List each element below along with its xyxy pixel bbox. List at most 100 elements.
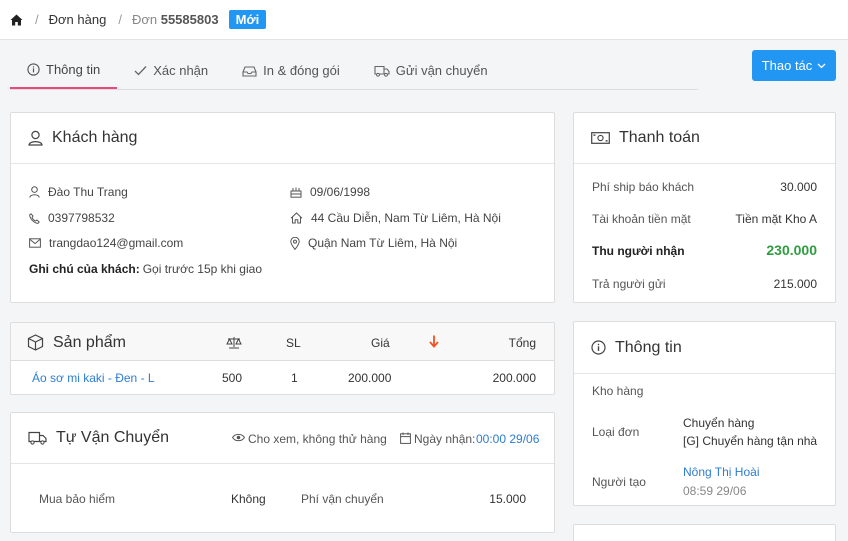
breadcrumb-current-order: Đơn 55585803 bbox=[132, 12, 219, 27]
payment-title: Thanh toán bbox=[619, 129, 700, 146]
product-qty: 1 bbox=[291, 371, 298, 385]
order-prefix: Đơn bbox=[131, 12, 158, 27]
order-type-label: Loại đơn bbox=[592, 425, 640, 439]
sort-arrow-down-icon[interactable] bbox=[429, 335, 439, 348]
shipping-card-header: Tự Vận Chuyển Cho xem, không thử hàng Ng… bbox=[11, 413, 554, 464]
products-title: Sản phẩm bbox=[53, 334, 126, 351]
product-total: 200.000 bbox=[492, 371, 536, 385]
actions-label: Thao tác bbox=[761, 58, 813, 73]
insurance-label: Mua bảo hiểm bbox=[39, 492, 116, 506]
customer-district: Quận Nam Từ Liêm, Hà Nội bbox=[308, 236, 458, 250]
home-icon[interactable] bbox=[10, 14, 23, 26]
eye-icon bbox=[232, 433, 245, 442]
tab-info[interactable]: Thông tin bbox=[10, 52, 118, 89]
column-qty: SL bbox=[286, 336, 301, 350]
creator-label: Người tạo bbox=[592, 475, 646, 489]
creator-time: 08:59 29/06 bbox=[683, 484, 747, 498]
breadcrumb-orders-link[interactable]: Đơn hàng bbox=[49, 12, 107, 27]
cake-icon bbox=[290, 186, 302, 198]
truck-icon bbox=[374, 65, 390, 77]
customer-district-row: Quận Nam Từ Liêm, Hà Nội bbox=[290, 236, 457, 250]
shipping-title: Tự Vận Chuyển bbox=[56, 429, 169, 446]
order-status-badge: Mới bbox=[228, 10, 267, 29]
actions-dropdown-button[interactable]: Thao tác bbox=[752, 50, 836, 81]
customer-email-row: trangdao124@gmail.com bbox=[29, 236, 183, 250]
payment-row-label: Trả người gửi bbox=[592, 277, 666, 291]
additional-card bbox=[573, 524, 836, 541]
package-icon bbox=[242, 65, 257, 77]
shipping-fee-label: Phí vận chuyển bbox=[301, 492, 384, 506]
tab-label: Thông tin bbox=[46, 62, 101, 77]
order-tabs: Thông tin Xác nhận In & đóng gói Gửi vận… bbox=[10, 52, 698, 90]
box-icon bbox=[27, 334, 44, 351]
payment-row-value: Tiền mặt Kho A bbox=[735, 212, 817, 226]
customer-address: 44 Cầu Diễn, Nam Từ Liêm, Hà Nội bbox=[311, 211, 501, 225]
user-icon bbox=[28, 130, 43, 146]
order-info-card-header: Thông tin bbox=[574, 322, 835, 374]
customer-note: Gọi trước 15p khi giao bbox=[142, 262, 262, 276]
column-price: Giá bbox=[371, 336, 390, 350]
chevron-down-icon bbox=[817, 63, 826, 69]
warehouse-label: Kho hàng bbox=[592, 384, 644, 398]
payment-row-label: Phí ship báo khách bbox=[592, 180, 695, 194]
customer-card: Khách hàng Đào Thu Trang 0397798532 tran… bbox=[10, 112, 555, 303]
customer-name: Đào Thu Trang bbox=[48, 185, 128, 199]
shipping-fee-value: 15.000 bbox=[489, 492, 526, 506]
tab-print-pack[interactable]: In & đóng gói bbox=[225, 52, 357, 89]
truck-icon bbox=[28, 431, 47, 445]
product-row: Áo sơ mi kaki - Đen - L 500 1 200.000 20… bbox=[11, 361, 554, 394]
order-type-detail: [G] Chuyển hàng tận nhà bbox=[683, 434, 818, 448]
customer-birthday-row: 09/06/1998 bbox=[290, 185, 370, 199]
products-table-header: Sản phẩm SL Giá Tổng bbox=[11, 323, 554, 361]
shipping-card: Tự Vận Chuyển Cho xem, không thử hàng Ng… bbox=[10, 412, 555, 533]
customer-note-label: Ghi chú của khách: bbox=[29, 262, 140, 276]
customer-phone: 0397798532 bbox=[48, 211, 115, 225]
scale-icon bbox=[226, 336, 242, 349]
customer-email: trangdao124@gmail.com bbox=[49, 236, 184, 250]
tab-confirm[interactable]: Xác nhận bbox=[117, 52, 225, 89]
breadcrumb-separator: / bbox=[118, 12, 122, 27]
column-total: Tổng bbox=[508, 336, 536, 350]
customer-birthday: 09/06/1998 bbox=[310, 185, 371, 199]
mail-icon bbox=[29, 238, 41, 248]
money-icon bbox=[591, 132, 610, 144]
tab-label: In & đóng gói bbox=[263, 63, 340, 78]
view-policy: Cho xem, không thử hàng bbox=[248, 432, 387, 446]
customer-name-row: Đào Thu Trang bbox=[29, 185, 128, 199]
tab-label: Xác nhận bbox=[153, 63, 209, 78]
insurance-value: Không bbox=[231, 492, 266, 506]
info-icon bbox=[591, 340, 606, 355]
customer-title: Khách hàng bbox=[52, 129, 138, 146]
tab-shipping[interactable]: Gửi vận chuyển bbox=[357, 52, 505, 89]
product-price: 200.000 bbox=[348, 371, 392, 385]
customer-card-header: Khách hàng bbox=[11, 113, 554, 164]
payment-row-value: 30.000 bbox=[780, 180, 817, 194]
user-icon bbox=[29, 186, 40, 198]
tab-label: Gửi vận chuyển bbox=[395, 63, 488, 78]
home-outline-icon bbox=[290, 212, 303, 224]
customer-phone-row: 0397798532 bbox=[29, 211, 115, 225]
breadcrumb-separator: / bbox=[35, 12, 39, 27]
product-name-link[interactable]: Áo sơ mi kaki - Đen - L bbox=[32, 371, 155, 385]
order-info-card: Thông tin Kho hàng Loại đơn Chuyển hàng … bbox=[573, 321, 836, 506]
creator-name-link[interactable]: Nông Thị Hoài bbox=[683, 465, 760, 479]
collect-amount: 230.000 bbox=[766, 242, 817, 258]
receive-date-value: 00:00 29/06 bbox=[476, 432, 540, 446]
map-pin-icon bbox=[290, 236, 300, 250]
check-icon bbox=[134, 65, 147, 76]
order-number: 55585803 bbox=[160, 12, 219, 27]
payment-row-label: Tài khoản tiền mặt bbox=[592, 212, 691, 226]
customer-address-row: 44 Cầu Diễn, Nam Từ Liêm, Hà Nội bbox=[290, 211, 501, 225]
order-info-title: Thông tin bbox=[615, 338, 682, 356]
payment-card: Thanh toán Phí ship báo khách 30.000 Tài… bbox=[573, 112, 836, 303]
calendar-icon bbox=[400, 432, 411, 444]
product-weight: 500 bbox=[222, 371, 243, 385]
payment-row-label: Thu người nhận bbox=[592, 244, 685, 258]
customer-note-row: Ghi chú của khách: Gọi trước 15p khi gia… bbox=[29, 262, 262, 276]
info-icon bbox=[27, 63, 40, 76]
products-card: Sản phẩm SL Giá Tổng Áo sơ mi kaki - Đen… bbox=[10, 322, 555, 395]
breadcrumb: / Đơn hàng / Đơn 55585803 Mới bbox=[0, 0, 848, 40]
order-type-value: Chuyển hàng bbox=[683, 416, 755, 430]
phone-icon bbox=[29, 212, 40, 224]
payment-card-header: Thanh toán bbox=[574, 113, 835, 164]
